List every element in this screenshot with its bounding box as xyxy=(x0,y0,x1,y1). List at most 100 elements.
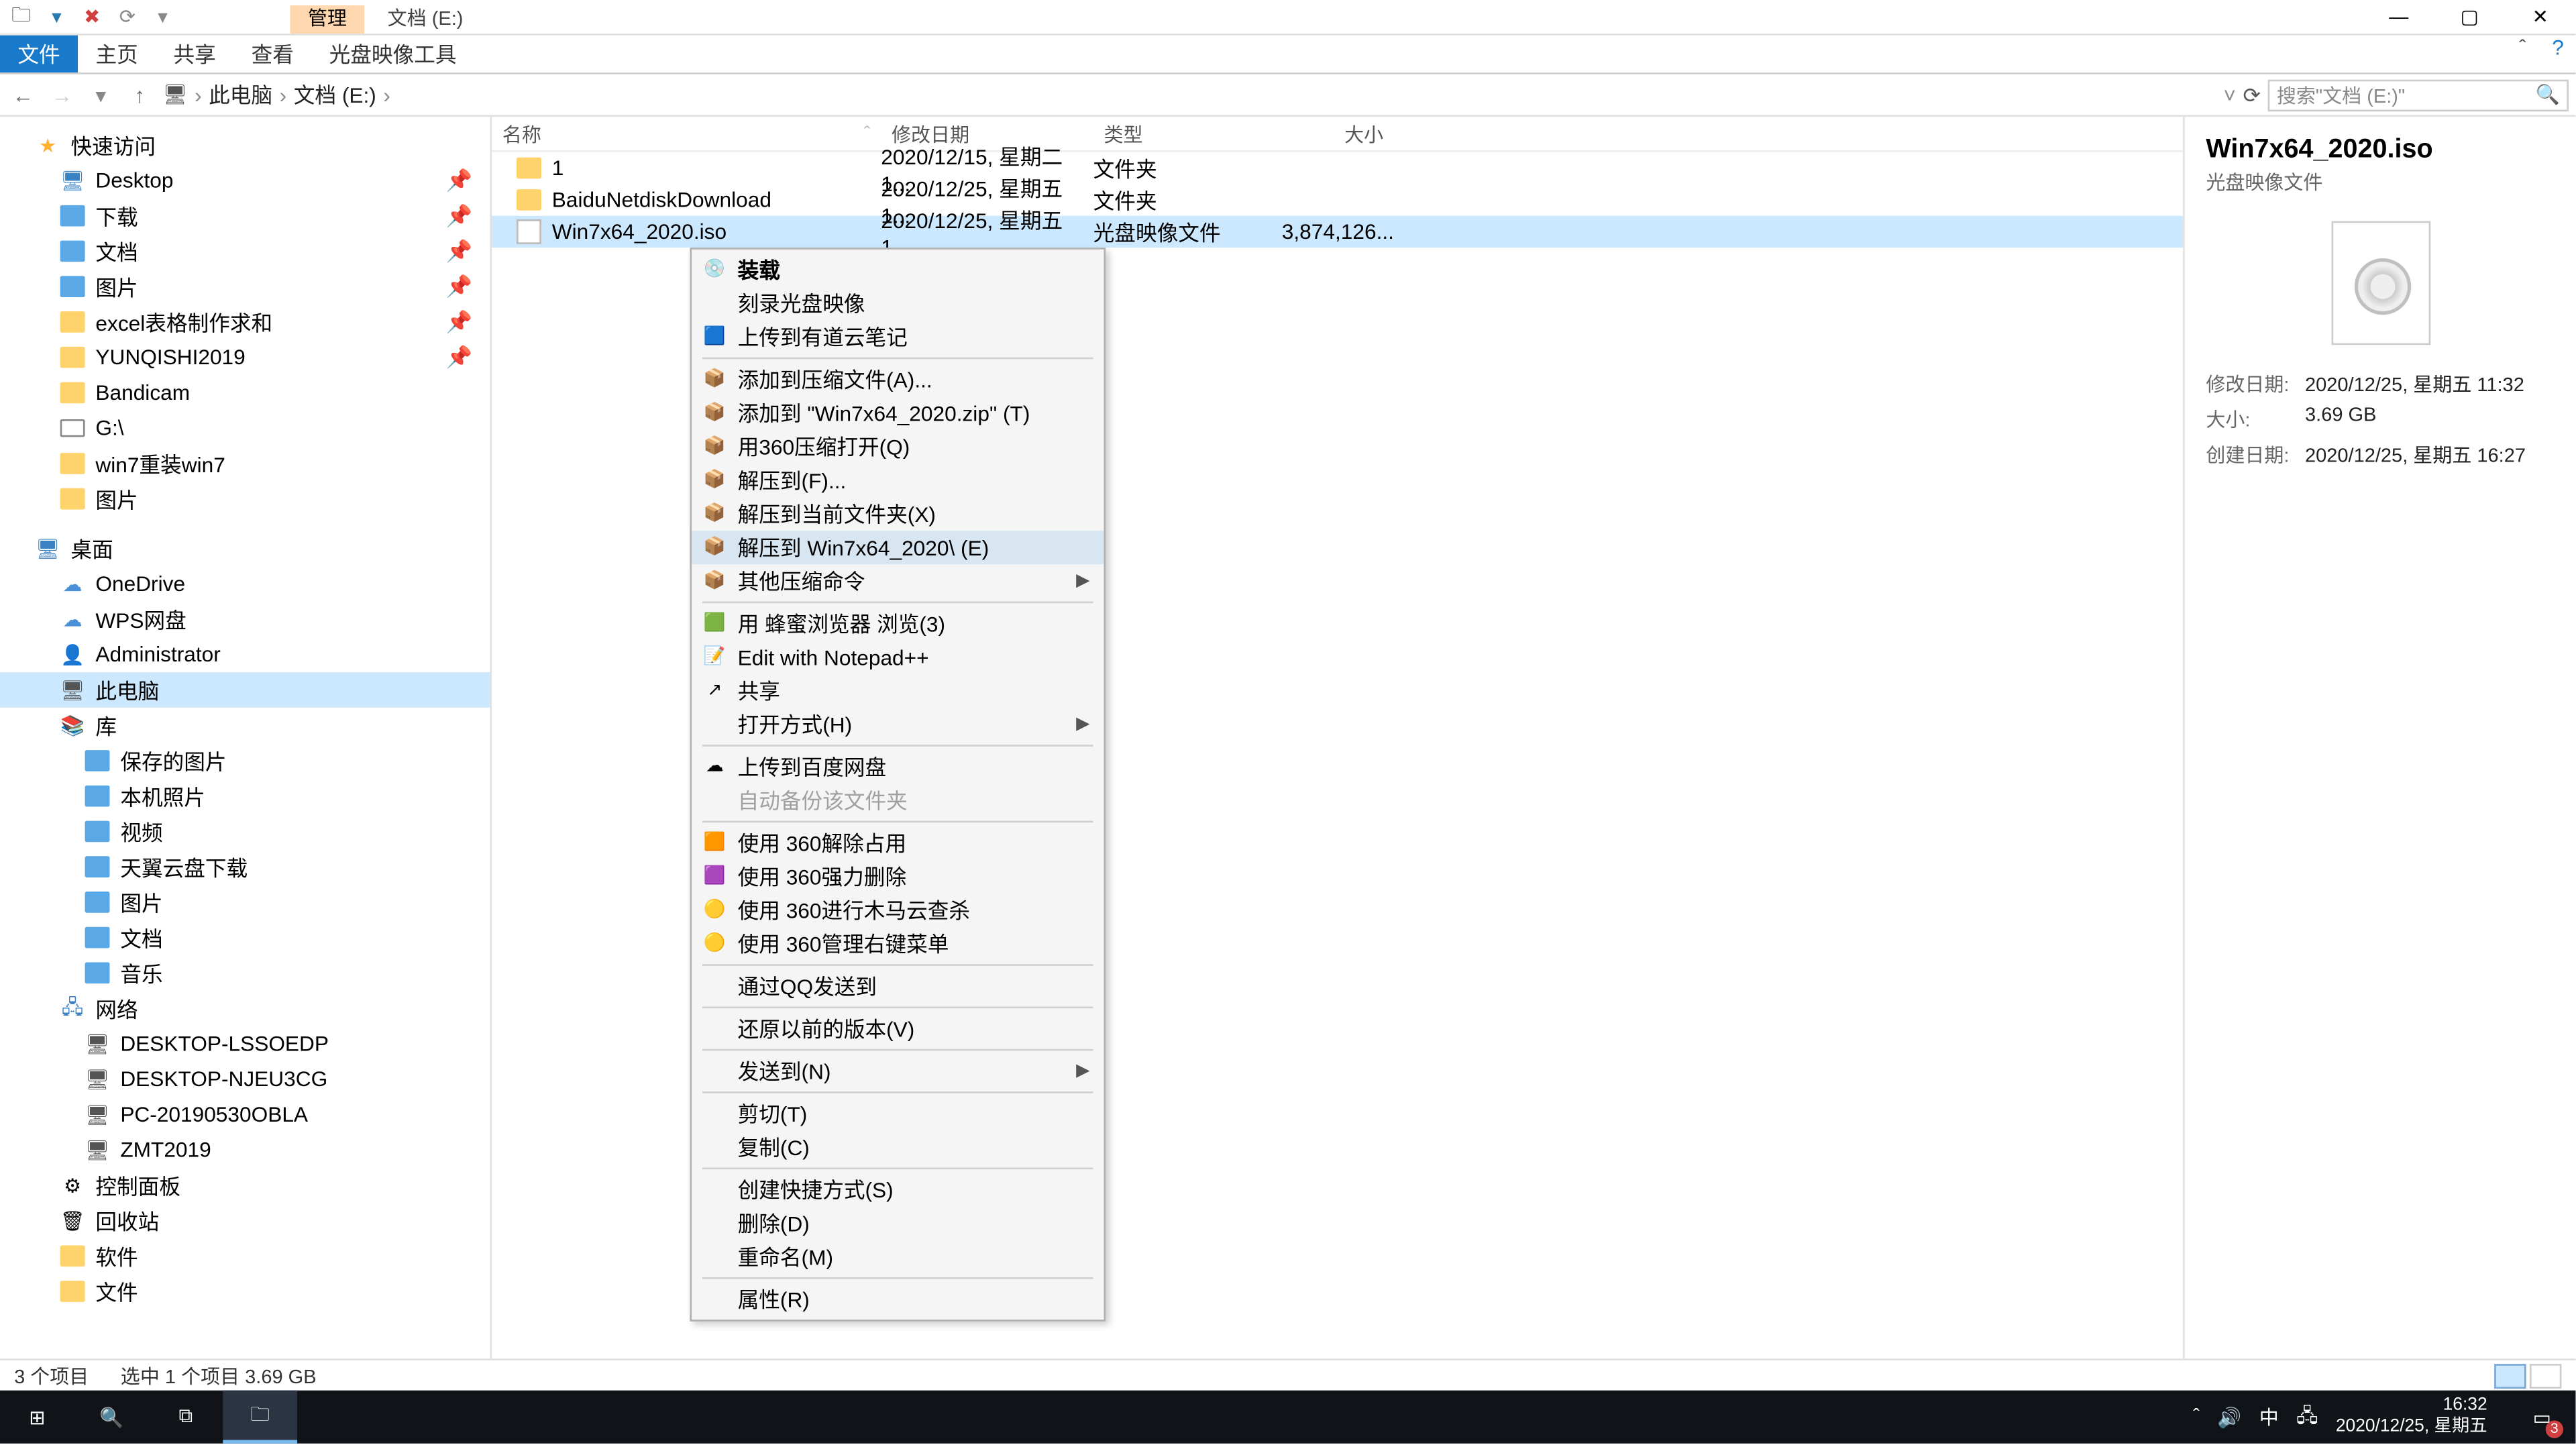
sidebar-item[interactable]: 视频 xyxy=(0,814,490,849)
back-button[interactable]: ← xyxy=(7,83,39,107)
start-button[interactable]: ⊞ xyxy=(0,1391,74,1444)
file-row[interactable]: BaiduNetdiskDownload 2020/12/25, 星期五 1..… xyxy=(492,184,2183,215)
qat-undo-icon[interactable]: ✖ xyxy=(78,3,106,31)
context-menu-item[interactable]: 删除(D) xyxy=(692,1206,1104,1240)
context-menu-item[interactable]: 💿装载 xyxy=(692,253,1104,286)
context-menu-item[interactable]: 📦其他压缩命令▶ xyxy=(692,564,1104,598)
context-menu-item[interactable]: ↗共享 xyxy=(692,674,1104,708)
network-icon[interactable]: 🖧 xyxy=(2296,1400,2318,1434)
breadcrumb-root[interactable]: 此电脑 xyxy=(209,80,272,110)
address-dropdown-icon[interactable]: ˅ xyxy=(2224,83,2237,107)
sidebar-item[interactable]: 图片📌 xyxy=(0,269,490,305)
sidebar-item[interactable]: 🖥Desktop📌 xyxy=(0,163,490,199)
sidebar-item[interactable]: 📚库 xyxy=(0,708,490,743)
maximize-button[interactable]: ▢ xyxy=(2434,0,2505,34)
col-name[interactable]: 名称 xyxy=(502,119,541,148)
sidebar-item[interactable]: 🖥DESKTOP-LSSOEDP xyxy=(0,1026,490,1061)
view-details-button[interactable] xyxy=(2494,1363,2526,1388)
context-menu-item[interactable]: 🟡使用 360进行木马云查杀 xyxy=(692,894,1104,927)
context-menu-item[interactable]: 发送到(N)▶ xyxy=(692,1055,1104,1088)
context-menu-item[interactable]: 还原以前的版本(V) xyxy=(692,1012,1104,1045)
sidebar-desktop[interactable]: 🖥桌面 xyxy=(0,531,490,566)
sidebar-item[interactable]: 🖥DESKTOP-NJEU3CG xyxy=(0,1061,490,1097)
sidebar-item[interactable]: ☁OneDrive xyxy=(0,566,490,602)
file-row[interactable]: 1 2020/12/15, 星期二 1... 文件夹 xyxy=(492,152,2183,184)
sidebar-item[interactable]: 本机照片 xyxy=(0,778,490,814)
context-menu-item[interactable]: 📦添加到 "Win7x64_2020.zip" (T) xyxy=(692,396,1104,430)
sidebar-item[interactable]: 音乐 xyxy=(0,955,490,991)
ribbon-collapse-icon[interactable]: ˆ xyxy=(2505,36,2540,72)
contextual-tab[interactable]: 管理 xyxy=(290,5,364,33)
context-menu-item[interactable]: 📦解压到当前文件夹(X) xyxy=(692,497,1104,531)
sidebar-item[interactable]: 🖥ZMT2019 xyxy=(0,1132,490,1168)
sidebar-item[interactable]: ⚙控制面板 xyxy=(0,1167,490,1203)
qat-dropdown-icon[interactable]: ▾ xyxy=(149,3,177,31)
context-menu-item[interactable]: 📦添加到压缩文件(A)... xyxy=(692,363,1104,396)
qat-save-icon[interactable]: ▾ xyxy=(42,3,70,31)
tab-home[interactable]: 主页 xyxy=(78,36,156,72)
sidebar-item[interactable]: 软件 xyxy=(0,1238,490,1274)
breadcrumb[interactable]: 🖥 › 此电脑 › 文档 (E:) › xyxy=(163,80,2216,110)
context-menu-item[interactable]: 属性(R) xyxy=(692,1283,1104,1316)
close-button[interactable]: ✕ xyxy=(2505,0,2575,34)
sidebar-item[interactable]: 保存的图片 xyxy=(0,743,490,779)
sidebar-item[interactable]: 下载📌 xyxy=(0,198,490,233)
sidebar-item[interactable]: 天翼云盘下载 xyxy=(0,849,490,885)
context-menu-item[interactable]: 剪切(T) xyxy=(692,1097,1104,1130)
help-icon[interactable]: ? xyxy=(2540,36,2576,72)
sidebar-item[interactable]: YUNQISHI2019📌 xyxy=(0,339,490,375)
clock[interactable]: 16:32 2020/12/25, 星期五 xyxy=(2336,1396,2498,1438)
search-button[interactable]: 🔍 xyxy=(74,1391,149,1444)
context-menu-item[interactable]: 📦用360压缩打开(Q) xyxy=(692,430,1104,464)
tab-file[interactable]: 文件 xyxy=(0,36,78,72)
context-menu-item[interactable]: 🟧使用 360解除占用 xyxy=(692,826,1104,859)
context-menu-item[interactable]: 📦解压到 Win7x64_2020\ (E) xyxy=(692,531,1104,564)
context-menu-item[interactable]: 重命名(M) xyxy=(692,1240,1104,1274)
context-menu-item[interactable]: 📦解压到(F)... xyxy=(692,464,1104,497)
col-type[interactable]: 类型 xyxy=(1093,119,1271,148)
volume-icon[interactable]: 🔊 xyxy=(2217,1405,2241,1428)
refresh-button[interactable]: ⟳ xyxy=(2243,83,2261,107)
sidebar-item[interactable]: ☁WPS网盘 xyxy=(0,602,490,637)
sidebar-item[interactable]: 文档📌 xyxy=(0,233,490,269)
sidebar-item[interactable]: excel表格制作求和📌 xyxy=(0,305,490,340)
file-row-selected[interactable]: Win7x64_2020.iso 2020/12/25, 星期五 1... 光盘… xyxy=(492,216,2183,248)
context-menu-item[interactable]: 刻录光盘映像 xyxy=(692,286,1104,320)
context-menu-item[interactable]: 🟩用 蜂蜜浏览器 浏览(3) xyxy=(692,606,1104,640)
sidebar-item[interactable]: 文件 xyxy=(0,1274,490,1309)
context-menu-item[interactable]: 打开方式(H)▶ xyxy=(692,708,1104,741)
forward-button[interactable]: → xyxy=(46,83,78,107)
context-menu-item[interactable]: 通过QQ发送到 xyxy=(692,969,1104,1003)
action-center-button[interactable]: ▭3 xyxy=(2516,1391,2569,1444)
context-menu-item[interactable]: 🟦上传到有道云笔记 xyxy=(692,320,1104,354)
breadcrumb-folder[interactable]: 文档 (E:) xyxy=(294,80,376,110)
sidebar-item[interactable]: 👤Administrator xyxy=(0,637,490,672)
recent-dropdown-icon[interactable]: ▾ xyxy=(85,83,117,107)
minimize-button[interactable]: — xyxy=(2363,0,2434,34)
ime-indicator[interactable]: 中 xyxy=(2259,1403,2279,1431)
sidebar-item[interactable]: 🗑回收站 xyxy=(0,1203,490,1238)
sidebar-item[interactable]: win7重装win7 xyxy=(0,446,490,482)
up-button[interactable]: ↑ xyxy=(124,83,156,107)
context-menu-item[interactable]: 🟡使用 360管理右键菜单 xyxy=(692,927,1104,961)
view-icons-button[interactable] xyxy=(2530,1363,2561,1388)
sidebar-item-thispc[interactable]: 🖥此电脑 xyxy=(0,672,490,708)
sidebar-item[interactable]: 文档 xyxy=(0,920,490,955)
sidebar-item[interactable]: 🖥PC-20190530OBLA xyxy=(0,1097,490,1132)
tray-chevron-icon[interactable]: ˆ xyxy=(2193,1406,2200,1428)
sidebar-item[interactable]: Bandicam xyxy=(0,375,490,411)
tab-view[interactable]: 查看 xyxy=(233,36,311,72)
context-menu-item[interactable]: 🟪使用 360强力删除 xyxy=(692,860,1104,894)
sidebar-item[interactable]: 图片 xyxy=(0,481,490,517)
context-menu-item[interactable]: 📝Edit with Notepad++ xyxy=(692,641,1104,674)
sidebar-quick-access[interactable]: ★快速访问 xyxy=(0,127,490,163)
tab-share[interactable]: 共享 xyxy=(156,36,233,72)
explorer-taskbar-button[interactable]: 🗀 xyxy=(223,1391,297,1444)
tab-disc-tools[interactable]: 光盘映像工具 xyxy=(311,36,474,72)
col-size[interactable]: 大小 xyxy=(1270,119,1394,148)
context-menu-item[interactable]: ☁上传到百度网盘 xyxy=(692,750,1104,784)
sidebar-item[interactable]: 图片 xyxy=(0,885,490,920)
sidebar-item[interactable]: G:\ xyxy=(0,411,490,446)
task-view-button[interactable]: ⧉ xyxy=(149,1391,223,1444)
sidebar-network[interactable]: 🖧网络 xyxy=(0,991,490,1026)
